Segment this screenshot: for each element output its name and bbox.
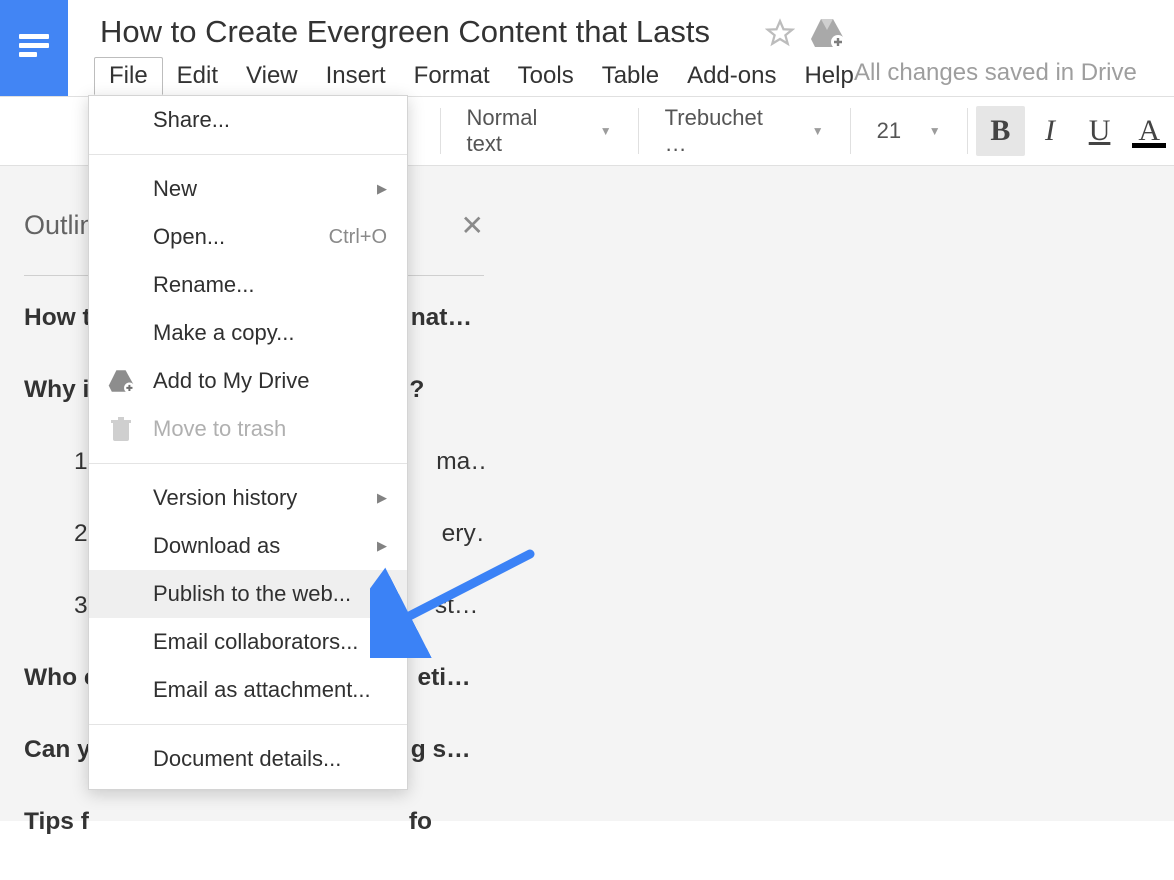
italic-button[interactable]: I	[1025, 106, 1075, 156]
menu-item-label: New	[153, 176, 197, 202]
trash-icon	[107, 415, 135, 443]
file-menu-publish-to-the-web[interactable]: Publish to the web...	[89, 570, 407, 618]
docs-logo[interactable]	[0, 0, 68, 96]
docs-logo-glyph	[19, 34, 49, 62]
menubar: File Edit View Insert Format Tools Table…	[94, 57, 868, 95]
menu-item-label: Open...	[153, 224, 225, 250]
menu-item-label: Email collaborators...	[153, 629, 358, 655]
file-menu-rename[interactable]: Rename...	[89, 261, 407, 309]
file-menu-version-history[interactable]: Version history ▶	[89, 474, 407, 522]
file-menu-make-a-copy[interactable]: Make a copy...	[89, 309, 407, 357]
menu-insert[interactable]: Insert	[312, 58, 400, 94]
menu-shortcut: Ctrl+O	[329, 226, 387, 249]
menu-item-label: Add to My Drive	[153, 368, 310, 394]
menu-item-label: Download as	[153, 533, 280, 559]
menu-item-label: Document details...	[153, 746, 341, 772]
submenu-arrow-icon: ▶	[377, 490, 387, 506]
submenu-arrow-icon: ▶	[377, 538, 387, 554]
menu-addons[interactable]: Add-ons	[673, 58, 790, 94]
document-title[interactable]: How to Create Evergreen Content that Las…	[100, 14, 710, 50]
add-to-drive-icon[interactable]	[810, 18, 844, 48]
file-menu-share[interactable]: Share...	[89, 96, 407, 144]
menu-edit[interactable]: Edit	[163, 58, 232, 94]
outline-item[interactable]: Tips ffo	[24, 808, 484, 836]
menu-separator	[89, 463, 407, 464]
menu-file[interactable]: File	[94, 57, 163, 95]
file-menu-add-to-my-drive[interactable]: Add to My Drive	[89, 357, 407, 405]
file-menu-open[interactable]: Open... Ctrl+O	[89, 213, 407, 261]
chevron-down-icon: ▼	[812, 124, 824, 138]
chevron-down-icon: ▼	[929, 124, 941, 138]
menu-tools[interactable]: Tools	[504, 58, 588, 94]
menu-table[interactable]: Table	[588, 58, 673, 94]
menu-format[interactable]: Format	[400, 58, 504, 94]
file-menu-move-to-trash: Move to trash	[89, 405, 407, 453]
underline-button[interactable]: U	[1075, 106, 1125, 156]
font-family-dropdown[interactable]: Trebuchet … ▼	[647, 96, 842, 166]
submenu-arrow-icon: ▶	[377, 181, 387, 197]
menu-view[interactable]: View	[232, 58, 312, 94]
menu-item-label: Rename...	[153, 272, 255, 298]
file-menu-document-details[interactable]: Document details...	[89, 735, 407, 783]
star-icon[interactable]	[765, 18, 795, 48]
font-size-label: 21	[877, 118, 901, 144]
menu-item-label: Email as attachment...	[153, 677, 371, 703]
paragraph-style-dropdown[interactable]: Normal text ▼	[448, 96, 629, 166]
menu-item-label: Move to trash	[153, 416, 286, 442]
menu-item-label: Publish to the web...	[153, 581, 351, 607]
menu-separator	[89, 724, 407, 725]
menu-separator	[89, 154, 407, 155]
file-menu-email-as-attachment[interactable]: Email as attachment...	[89, 666, 407, 714]
menu-item-label: Version history	[153, 485, 297, 511]
outline-title: Outlin	[24, 210, 95, 241]
text-color-button[interactable]: A	[1124, 106, 1174, 156]
bold-button[interactable]: B	[976, 106, 1026, 156]
close-icon[interactable]: ✕	[461, 212, 484, 240]
drive-add-icon	[107, 367, 135, 395]
menu-item-label: Share...	[153, 107, 230, 133]
chevron-down-icon: ▼	[600, 124, 612, 138]
save-status: All changes saved in Drive	[854, 59, 1137, 87]
file-menu-download-as[interactable]: Download as ▶	[89, 522, 407, 570]
font-family-label: Trebuchet …	[665, 105, 790, 157]
file-menu-new[interactable]: New ▶	[89, 165, 407, 213]
font-size-dropdown[interactable]: 21 ▼	[859, 96, 959, 166]
paragraph-style-label: Normal text	[466, 105, 577, 157]
menu-item-label: Make a copy...	[153, 320, 294, 346]
file-menu-dropdown: Share... New ▶ Open... Ctrl+O Rename... Make a…	[88, 95, 408, 790]
file-menu-email-collaborators[interactable]: Email collaborators...	[89, 618, 407, 666]
